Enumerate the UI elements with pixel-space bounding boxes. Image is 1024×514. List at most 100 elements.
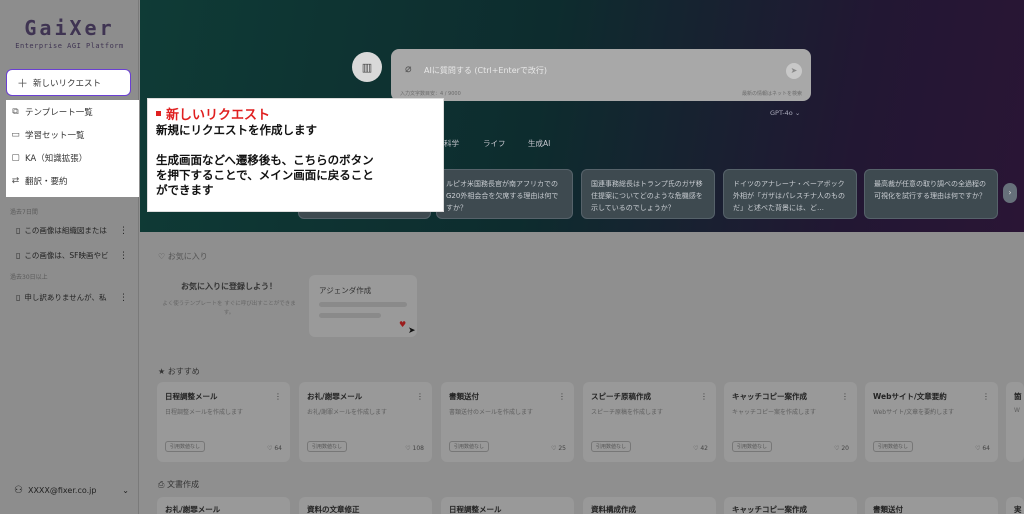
likes-count: 25: [558, 445, 566, 452]
likes-count: 42: [700, 445, 708, 452]
more-icon[interactable]: ⋮: [416, 392, 424, 401]
template-card[interactable]: Webサイト/文章要約 Webサイト/文章を要約します ⋮ 引用数値なし ♡ 6…: [865, 382, 998, 462]
template-card[interactable]: キャッチコピー案作成: [724, 497, 857, 514]
template-card[interactable]: お礼/謝罪メール: [157, 497, 290, 514]
logo[interactable]: GaiXer Enterprise AGI Platform: [0, 16, 139, 50]
card-likes[interactable]: ♡ 20: [834, 445, 849, 452]
favorites-heading: ♡ お気に入り: [158, 252, 208, 261]
template-card[interactable]: 実: [1006, 497, 1024, 514]
card-likes[interactable]: ♡ 42: [693, 445, 708, 452]
search-input[interactable]: AIに質問する (Ctrl+Enterで改行): [424, 65, 547, 76]
user-menu[interactable]: ⚇ XXXX@fixer.co.jp ⌄: [14, 485, 129, 496]
card-desc: キャッチコピー案を作成します: [732, 409, 817, 416]
more-icon[interactable]: ⋮: [119, 226, 128, 236]
template-card[interactable]: 日程調整メール: [441, 497, 574, 514]
menu-item-knowledge[interactable]: ▢ KA（知識拡張）: [6, 146, 139, 169]
tooltip-title-text: 新しいリクエスト: [166, 108, 271, 123]
template-card[interactable]: スピーチ原稿作成 スピーチ原稿を作成します ⋮ 引用数値なし ♡ 42: [583, 382, 716, 462]
question-card[interactable]: ドイツのアナレーナ・ベーアボック外相が「ガザはパレスチナ人のものだ」と述べた背景…: [723, 169, 857, 219]
mouse-cursor-icon: ➤: [408, 326, 416, 336]
new-request-button[interactable]: ＋ 新しいリクエスト: [6, 69, 131, 96]
category-tab[interactable]: 科学: [444, 138, 459, 149]
card-tag: 引用数値なし: [873, 441, 914, 452]
menu-item-translate[interactable]: ⇄ 翻訳・要約: [6, 169, 139, 192]
template-card[interactable]: 資料構成作成: [583, 497, 716, 514]
tooltip-line: ができます: [156, 183, 214, 197]
documents-title: 文書作成: [166, 480, 199, 489]
send-icon[interactable]: ➤: [786, 63, 802, 79]
more-icon[interactable]: ⋮: [558, 392, 566, 401]
document-icon: ▯: [16, 226, 21, 235]
chat-icon: ▢: [11, 152, 20, 163]
template-card[interactable]: 書類送付: [865, 497, 998, 514]
card-title: お礼/謝罪メール: [307, 392, 363, 401]
heart-icon[interactable]: ♥: [399, 320, 406, 329]
sidebar-menu: ⧉ テンプレート一覧 ▭ 学習セット一覧 ▢ KA（知識拡張） ⇄ 翻訳・要約: [6, 100, 139, 197]
card-title: 箇: [1014, 392, 1022, 401]
card-likes[interactable]: ♡ 64: [975, 445, 990, 452]
question-card[interactable]: 国連事務総長はトランプ氏のガザ移住提案についてどのような危機感を示しているのでし…: [581, 169, 715, 219]
favorites-empty-desc: よく使うテンプレートを すぐに呼び出すことができます。: [162, 301, 296, 316]
history-item-label: 申し訳ありませんが、私: [24, 293, 107, 302]
card-likes[interactable]: ♡ 25: [551, 445, 566, 452]
history-item-label: この画像は、SF映画やビ: [24, 251, 109, 260]
tooltip-line: を押下することで、メイン画面に戻ること: [156, 168, 374, 182]
template-card[interactable]: キャッチコピー案作成 キャッチコピー案を作成します ⋮ 引用数値なし ♡ 20: [724, 382, 857, 462]
question-card[interactable]: 最高裁が任意の取り調べの全過程の可視化を試行する理由は何ですか？: [864, 169, 998, 219]
template-card[interactable]: 箇 W: [1006, 382, 1024, 462]
history-item[interactable]: ▯ この画像は、SF映画やビ ⋮: [16, 250, 134, 261]
question-card[interactable]: ルピオ米国務長官が南アフリカでのG20外相会合を欠席する理由は何ですか？: [436, 169, 573, 219]
card-desc: Webサイト/文章を要約します: [873, 409, 955, 416]
search-box[interactable]: ⌀ AIに質問する (Ctrl+Enterで改行) ➤ 入力文字数目安：4 / …: [391, 49, 811, 101]
attach-icon[interactable]: ⌀: [405, 62, 412, 75]
menu-item-label: テンプレート一覧: [25, 107, 93, 118]
documents-heading: ⎙ 文書作成: [158, 480, 199, 489]
tooltip-line: 新規にリクエストを作成します: [156, 123, 317, 137]
app-window: GaiXer Enterprise AGI Platform ＋ 新しいリクエス…: [0, 0, 1024, 514]
more-icon[interactable]: ⋮: [274, 392, 282, 401]
tooltip-spacer: [156, 138, 435, 153]
sidebar: GaiXer Enterprise AGI Platform ＋ 新しいリクエス…: [0, 0, 139, 514]
history-item-label: この画像は組織図または: [24, 226, 107, 235]
char-count: 入力文字数目安：4 / 9000: [400, 91, 461, 97]
card-desc: 日程調整メールを作成します: [165, 409, 244, 416]
likes-count: 20: [841, 445, 849, 452]
book-icon: ▭: [11, 129, 20, 140]
more-icon[interactable]: ⋮: [119, 293, 128, 303]
onboarding-tooltip: 新しいリクエスト 新規にリクエストを作成します 生成画面などへ遷移後も、こちらの…: [147, 98, 444, 212]
book-icon: ▥: [361, 60, 373, 74]
favorites-title: お気に入り: [167, 252, 208, 261]
card-tag: 引用数値なし: [307, 441, 348, 452]
template-card[interactable]: お礼/謝罪メール お礼/謝罪メールを作成します ⋮ 引用数値なし ♡ 108: [299, 382, 432, 462]
user-email: XXXX@fixer.co.jp: [27, 486, 97, 495]
new-request-label: 新しいリクエスト: [33, 78, 102, 89]
template-card[interactable]: 書類送付 書類送付のメールを作成します ⋮ 引用数値なし ♡ 25: [441, 382, 574, 462]
placeholder-bar: [319, 302, 407, 307]
more-icon[interactable]: ⋮: [700, 392, 708, 401]
card-desc: スピーチ原稿を作成します: [591, 409, 664, 416]
chevron-right-icon[interactable]: ›: [1003, 183, 1017, 203]
more-icon[interactable]: ⋮: [982, 392, 990, 401]
book-button[interactable]: ▥: [352, 52, 382, 82]
menu-item-learning-sets[interactable]: ▭ 学習セット一覧: [6, 123, 139, 146]
card-likes[interactable]: ♡ 64: [267, 445, 282, 452]
user-icon: ⚇: [14, 485, 23, 496]
card-likes[interactable]: ♡ 108: [405, 445, 424, 452]
more-icon[interactable]: ⋮: [119, 251, 128, 261]
history-item[interactable]: ▯ 申し訳ありませんが、私 ⋮: [16, 292, 134, 303]
history-label-7days: 過去7日間: [10, 209, 38, 216]
template-card[interactable]: 日程調整メール 日程調整メールを作成します ⋮ 引用数値なし ♡ 64: [157, 382, 290, 462]
translate-icon: ⇄: [11, 175, 20, 186]
card-title: スピーチ原稿作成: [591, 392, 651, 401]
category-tab[interactable]: 生成AI: [528, 138, 550, 149]
more-icon[interactable]: ⋮: [841, 392, 849, 401]
card-desc: W: [1014, 407, 1020, 414]
model-selector[interactable]: GPT-4o ⌄: [770, 109, 800, 117]
document-icon: ▯: [16, 251, 21, 260]
template-card[interactable]: 資料の文章修正: [299, 497, 432, 514]
bullet-icon: [156, 111, 161, 116]
category-tab[interactable]: ライフ: [483, 138, 506, 149]
menu-item-templates[interactable]: ⧉ テンプレート一覧: [6, 100, 139, 123]
history-item[interactable]: ▯ この画像は組織図または ⋮: [16, 225, 134, 236]
likes-count: 64: [274, 445, 282, 452]
